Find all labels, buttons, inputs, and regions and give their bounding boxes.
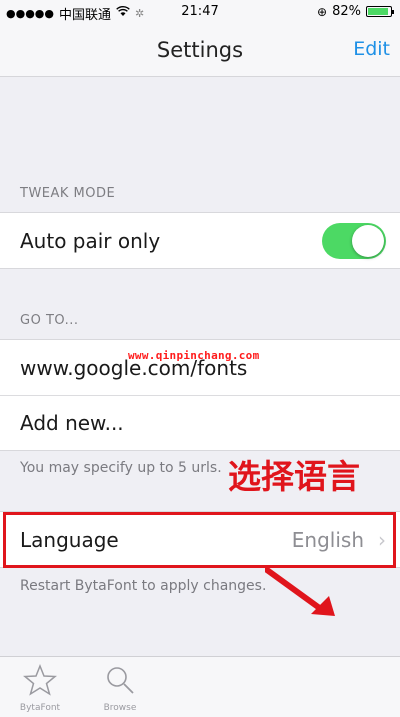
restart-note: Restart BytaFont to apply changes. [20, 578, 267, 594]
tweak-mode-group: Auto pair only [0, 212, 400, 269]
watermark: www.qinpinchang.com [128, 349, 260, 362]
auto-pair-toggle[interactable] [322, 223, 386, 259]
auto-pair-label: Auto pair only [20, 228, 161, 253]
annotation-arrow-icon [265, 568, 335, 616]
tab-label-bytafont: BytaFont [19, 703, 61, 713]
battery-icon [366, 6, 394, 17]
tab-bar: BytaFont Browse [0, 656, 400, 717]
url-limit-note: You may specify up to 5 urls. [20, 460, 222, 476]
status-bar: ●●●●● 中国联通 ✲ 21:47 ⊕ 82% [0, 0, 400, 26]
section-header-go-to: GO TO... [20, 313, 79, 328]
auto-pair-row[interactable]: Auto pair only [0, 213, 400, 268]
highlight-box [3, 512, 396, 568]
navigation-bar: Settings Edit [0, 26, 400, 77]
page-title: Settings [156, 38, 244, 62]
section-header-tweak-mode: TWEAK MODE [20, 186, 116, 201]
tab-browse[interactable]: Browse [90, 663, 150, 713]
edit-button[interactable]: Edit [353, 38, 390, 60]
tab-bytafont[interactable]: BytaFont [10, 663, 70, 713]
star-icon [23, 663, 57, 696]
battery-percent: 82% [332, 4, 361, 19]
tab-label-browse: Browse [103, 703, 137, 713]
toggle-knob [352, 225, 384, 257]
add-new-url-row[interactable]: Add new... [0, 395, 400, 450]
search-icon [107, 667, 134, 694]
add-new-label: Add new... [20, 411, 124, 435]
rotation-lock-icon: ⊕ [317, 4, 328, 19]
annotation-label: 选择语言 [228, 457, 360, 496]
